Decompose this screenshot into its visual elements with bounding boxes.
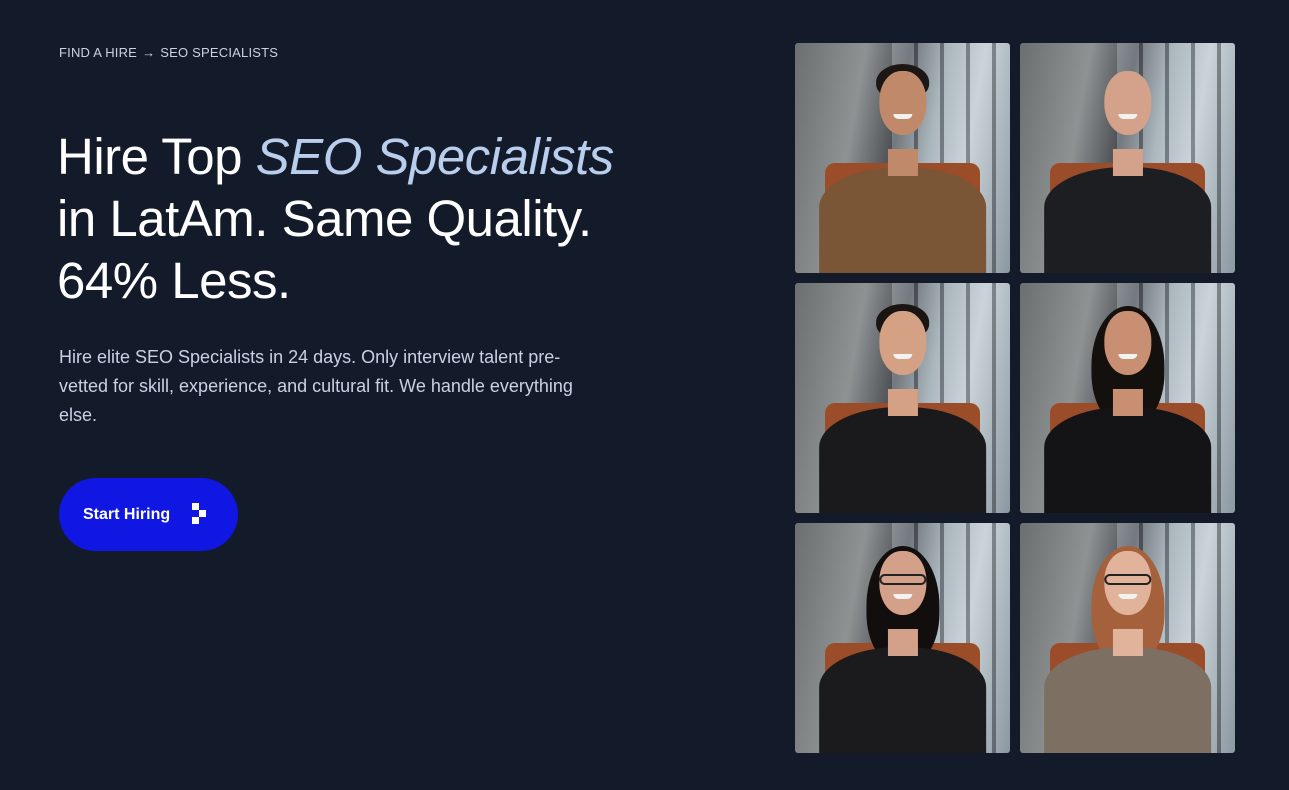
- torso: [818, 647, 987, 753]
- hero-subtitle: Hire elite SEO Specialists in 24 days. O…: [59, 347, 573, 425]
- title-prefix: Hire Top: [57, 128, 256, 185]
- smile: [892, 114, 913, 119]
- smile: [1117, 354, 1138, 359]
- torso: [818, 167, 987, 273]
- face: [878, 310, 927, 375]
- neck: [1112, 388, 1143, 417]
- specialist-photo-grid: [795, 43, 1235, 753]
- neck: [887, 388, 918, 417]
- breadcrumb-find-a-hire-link[interactable]: FIND A HIRE: [59, 45, 137, 60]
- torso: [1043, 167, 1212, 273]
- glasses: [878, 573, 927, 586]
- pixel-arrow-icon: [192, 502, 210, 527]
- torso: [1043, 407, 1212, 513]
- smile: [892, 354, 913, 359]
- specialist-photo-1: [795, 43, 1010, 273]
- specialist-photo-2: [1020, 43, 1235, 273]
- title-line-3: 64% Less.: [57, 252, 291, 309]
- neck: [1112, 148, 1143, 177]
- breadcrumb: FIND A HIRE → SEO SPECIALISTS: [59, 45, 278, 60]
- page-title: Hire Top SEO Specialists in LatAm. Same …: [57, 126, 737, 312]
- specialist-photo-3: [795, 283, 1010, 513]
- face: [1103, 70, 1152, 135]
- neck: [887, 628, 918, 657]
- neck: [1112, 628, 1143, 657]
- neck: [887, 148, 918, 177]
- start-hiring-button[interactable]: Start Hiring: [59, 478, 238, 551]
- title-accent: SEO Specialists: [255, 128, 615, 185]
- specialist-photo-6: [1020, 523, 1235, 753]
- torso: [1043, 647, 1212, 753]
- breadcrumb-arrow-icon: →: [142, 45, 156, 60]
- glasses: [1103, 573, 1152, 586]
- start-hiring-label: Start Hiring: [83, 505, 171, 523]
- smile: [1117, 114, 1138, 119]
- specialist-photo-5: [795, 523, 1010, 753]
- specialist-photo-4: [1020, 283, 1235, 513]
- breadcrumb-current: SEO SPECIALISTS: [160, 45, 279, 60]
- smile: [1117, 594, 1138, 599]
- face: [878, 70, 927, 135]
- torso: [818, 407, 987, 513]
- face: [1103, 310, 1152, 375]
- smile: [892, 594, 913, 599]
- title-line-2: in LatAm. Same Quality.: [57, 190, 592, 247]
